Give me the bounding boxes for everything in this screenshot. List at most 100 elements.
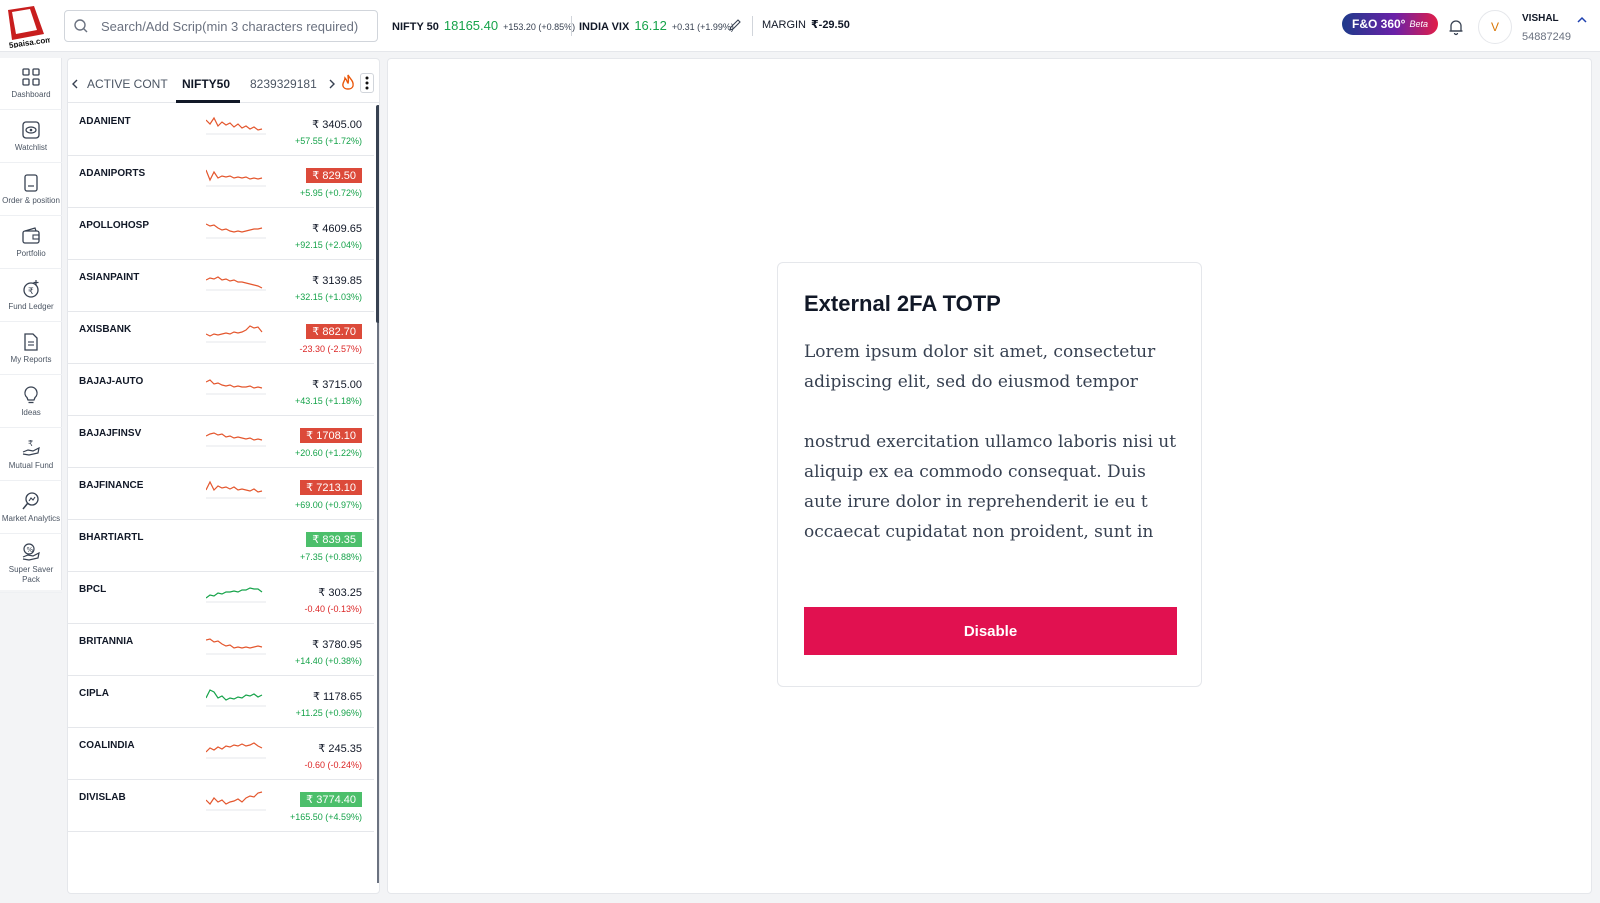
sparkline-path <box>206 169 263 182</box>
sparkline-chart <box>206 791 266 811</box>
search-box[interactable] <box>64 10 378 42</box>
beta-label: Beta <box>1409 19 1428 29</box>
watchlist-row[interactable]: BAJAJ-AUTO ₹ 3715.00 +43.15 (+1.18%) <box>68 364 374 416</box>
sparkline-path <box>206 116 263 131</box>
tab-custom-watchlist[interactable]: 8239329181 <box>250 77 317 91</box>
main-content: External 2FA TOTP Lorem ipsum dolor sit … <box>387 58 1592 894</box>
fire-icon[interactable] <box>340 74 356 92</box>
nifty-change: +153.20 (+0.85%) <box>503 22 576 32</box>
vix-ticker[interactable]: INDIA VIX 16.12 +0.31 (+1.99%) <box>579 18 734 33</box>
watchlist-row[interactable]: ADANIENT ₹ 3405.00 +57.55 (+1.72%) <box>68 104 374 156</box>
card-title: External 2FA TOTP <box>804 291 1001 316</box>
rupee-plus-icon: ₹ <box>23 280 39 298</box>
nav-my-reports[interactable]: My Reports <box>0 323 62 375</box>
sparkline-path <box>206 638 263 649</box>
scrip-price: ₹ 3715.00 <box>312 379 362 391</box>
wallet-icon <box>22 227 40 244</box>
nav-portfolio[interactable]: Portfolio <box>0 217 62 269</box>
watchlist-row[interactable]: BRITANNIA ₹ 3780.95 +14.40 (+0.38%) <box>68 624 374 676</box>
scrip-symbol: ADANIPORTS <box>79 168 146 179</box>
scrip-symbol: BPCL <box>79 584 107 595</box>
nav-label: Super Saver Pack <box>8 565 54 584</box>
nav-super-saver-pack[interactable]: % Super Saver Pack <box>0 535 62 593</box>
order-icon <box>24 174 38 192</box>
watchlist-row[interactable]: ASIANPAINT ₹ 3139.85 +32.15 (+1.03%) <box>68 260 374 312</box>
scrip-change: +43.15 (+1.18%) <box>294 396 362 406</box>
watchlist-tabs: ACTIVE CONT NIFTY50 8239329181 <box>68 59 379 103</box>
sparkline-path <box>206 379 263 389</box>
watchlist-row[interactable]: ADANIPORTS ₹ 829.50 +5.95 (+0.72%) <box>68 156 374 208</box>
sparkline-chart <box>206 587 266 603</box>
sparkline-path <box>206 587 263 599</box>
scrip-symbol: BAJAJ-AUTO <box>79 376 144 387</box>
chevron-right-icon[interactable] <box>327 78 337 90</box>
nav-dashboard[interactable]: Dashboard <box>0 58 62 110</box>
nav-market-analytics[interactable]: Market Analytics <box>0 482 62 534</box>
sparkline-chart <box>206 379 266 395</box>
watchlist-row[interactable]: COALINDIA ₹ 245.35 -0.60 (-0.24%) <box>68 728 374 780</box>
watchlist-panel: ACTIVE CONT NIFTY50 8239329181 ADANIENT ₹… <box>67 58 380 894</box>
scrip-change: +32.15 (+1.03%) <box>294 292 362 302</box>
scrollbar-track[interactable] <box>377 323 379 883</box>
nav-fund-ledger[interactable]: ₹ Fund Ledger <box>0 270 62 322</box>
tab-active-cont[interactable]: ACTIVE CONT <box>87 77 168 91</box>
tab-nifty50[interactable]: NIFTY50 <box>182 77 230 91</box>
edit-pencil-icon[interactable] <box>728 18 742 32</box>
user-client-id: 54887249 <box>1522 31 1571 43</box>
scrollbar-thumb[interactable] <box>376 105 379 323</box>
scrip-price: ₹ 1178.65 <box>312 691 362 703</box>
nifty-ticker[interactable]: NIFTY 50 18165.40 +153.20 (+0.85%) <box>392 18 575 33</box>
scrip-change: +69.00 (+0.97%) <box>294 500 362 510</box>
sparkline-path <box>206 480 263 493</box>
scrip-change: +11.25 (+0.96%) <box>295 708 362 718</box>
chevron-left-icon[interactable] <box>70 78 80 90</box>
watchlist-row[interactable]: DIVISLAB ₹ 3774.40 +165.50 (+4.59%) <box>68 780 374 832</box>
scrip-symbol: APOLLOHOSP <box>79 220 150 231</box>
watchlist-row[interactable]: APOLLOHOSP ₹ 4609.65 +92.15 (+2.04%) <box>68 208 374 260</box>
nav-order-position[interactable]: Order & position <box>0 164 62 216</box>
sparkline-chart <box>206 223 266 239</box>
grid-icon <box>22 68 40 86</box>
nav-watchlist[interactable]: Watchlist <box>0 111 62 163</box>
nav-label: Mutual Fund <box>8 461 54 470</box>
watchlist-row[interactable]: BPCL ₹ 303.25 -0.40 (-0.13%) <box>68 572 374 624</box>
sparkline-path <box>206 689 263 701</box>
bell-icon[interactable] <box>1447 18 1465 36</box>
sparkline-chart <box>206 689 266 707</box>
nav-mutual-fund[interactable]: ₹ Mutual Fund <box>0 429 62 481</box>
user-avatar[interactable]: V <box>1478 10 1512 44</box>
scrip-price: ₹ 882.70 <box>306 324 362 339</box>
scrip-symbol: CIPLA <box>79 688 109 699</box>
nav-ideas[interactable]: Ideas <box>0 376 62 428</box>
sparkline-chart <box>206 116 266 135</box>
chevron-up-icon[interactable] <box>1576 14 1588 26</box>
nav-label: Market Analytics <box>1 514 61 523</box>
watchlist-row[interactable]: AXISBANK ₹ 882.70 -23.30 (-2.57%) <box>68 312 374 364</box>
hand-rupee-icon: ₹ <box>22 439 40 456</box>
fo360-label: F&O 360° <box>1352 17 1406 31</box>
fo360-beta-button[interactable]: F&O 360° Beta <box>1342 13 1438 35</box>
scrip-price: ₹ 7213.10 <box>300 480 362 495</box>
report-icon <box>24 333 38 351</box>
nav-label: Watchlist <box>14 143 48 152</box>
user-name[interactable]: VISHAL <box>1522 13 1559 24</box>
nav-label: Order & position <box>2 196 60 205</box>
search-input[interactable] <box>95 11 373 41</box>
watchlist-row[interactable]: BAJAJFINSV ₹ 1708.10 +20.60 (+1.22%) <box>68 416 374 468</box>
svg-text:%: % <box>27 546 34 554</box>
divider <box>571 16 572 36</box>
more-options-button[interactable] <box>360 73 374 93</box>
5paisa-logo[interactable]: 5paisa.com <box>4 4 50 48</box>
scrip-symbol: BRITANNIA <box>79 636 134 647</box>
watchlist-row[interactable]: BAJFINANCE ₹ 7213.10 +69.00 (+0.97%) <box>68 468 374 520</box>
disable-button[interactable]: Disable <box>804 607 1177 655</box>
card-paragraph: nostrud exercitation ullamco laboris nis… <box>804 432 1177 542</box>
watchlist-row[interactable]: BHARTIARTL ₹ 839.35 +7.35 (+0.88%) <box>68 520 374 572</box>
watchlist-row[interactable]: CIPLA ₹ 1178.65 +11.25 (+0.96%) <box>68 676 374 728</box>
scrip-symbol: DIVISLAB <box>79 792 126 803</box>
nav-label: Portfolio <box>16 249 46 258</box>
nifty-value: 18165.40 <box>443 18 499 33</box>
eye-icon <box>22 121 40 139</box>
sparkline-path <box>206 742 263 753</box>
scrip-symbol: BHARTIARTL <box>79 532 144 543</box>
